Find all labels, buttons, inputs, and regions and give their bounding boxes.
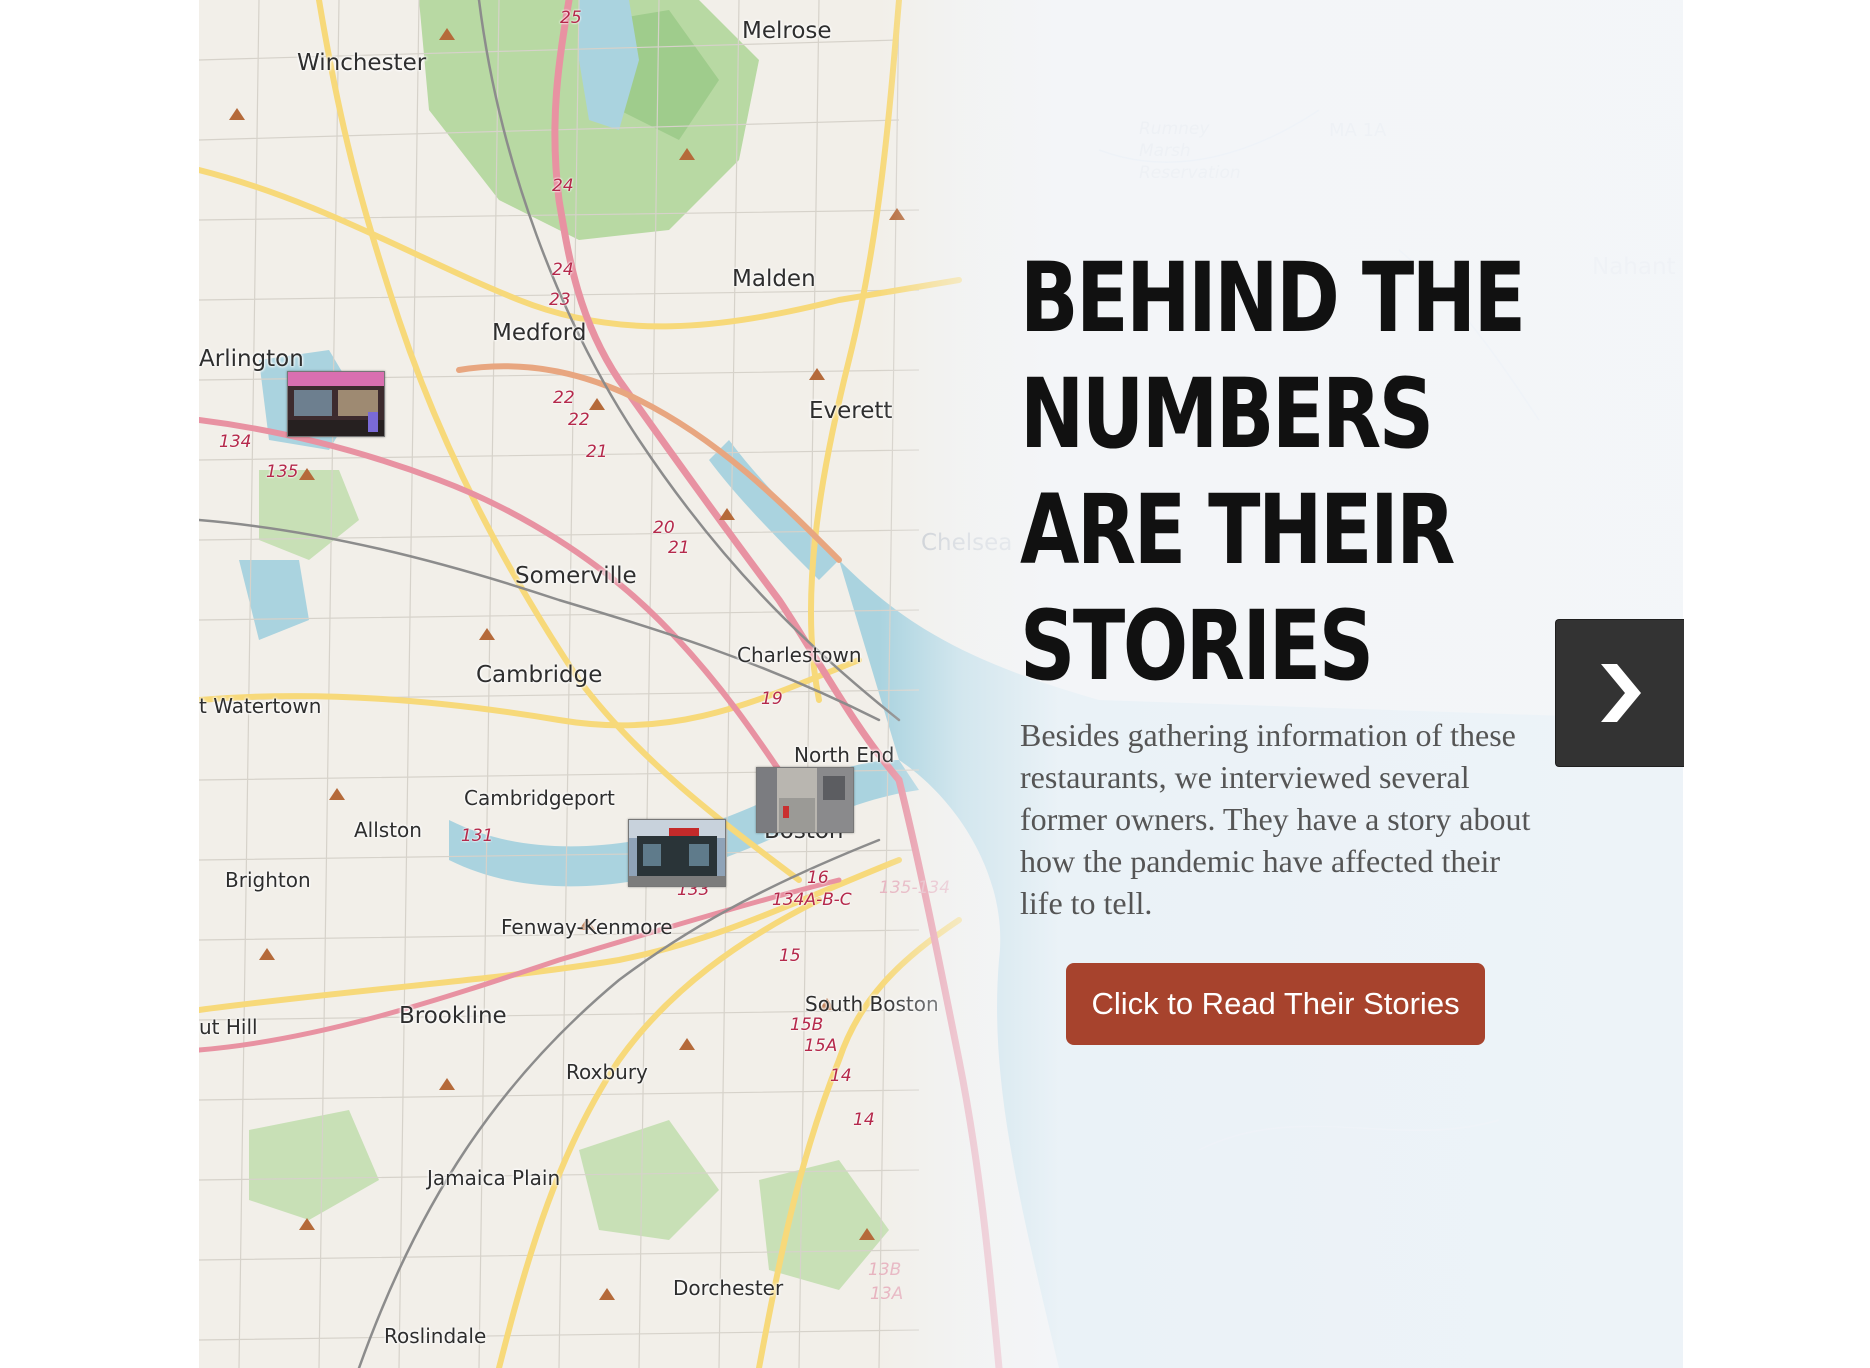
- map-label-winchester: Winchester: [297, 50, 427, 76]
- map-label-brookline: Brookline: [399, 1003, 507, 1029]
- map-label-south-boston: South Boston: [805, 992, 939, 1016]
- map-label-north-end: North End: [794, 743, 895, 767]
- route-number: 135-134: [879, 878, 951, 898]
- route-number: 13A: [870, 1284, 904, 1304]
- map-label-brighton: Brighton: [225, 868, 311, 892]
- map-label-malden: Malden: [732, 266, 816, 292]
- chevron-right-icon: [1601, 664, 1641, 722]
- map-label-fenway-kenmore: Fenway-Kenmore: [501, 915, 673, 939]
- restaurant-photo-marker[interactable]: [756, 767, 854, 833]
- map-label-arlington: Arlington: [199, 346, 304, 372]
- route-number: 21: [668, 538, 690, 558]
- map-label-medford: Medford: [492, 320, 587, 346]
- map-label-cambridge: Cambridge: [476, 662, 603, 688]
- route-number: 15: [779, 946, 801, 966]
- next-slide-button[interactable]: [1555, 619, 1684, 767]
- route-number: 23: [549, 290, 571, 310]
- map-label-roxbury: Roxbury: [566, 1060, 648, 1084]
- restaurant-photo-marker[interactable]: [287, 371, 385, 437]
- route-number: 19: [761, 689, 783, 709]
- route-number: 21: [586, 442, 608, 462]
- read-stories-button[interactable]: Click to Read Their Stories: [1066, 963, 1485, 1045]
- map-label-allston: Allston: [354, 818, 422, 842]
- intro-paragraph: Besides gathering information of these r…: [1020, 717, 1531, 921]
- map-label-cambridgeport: Cambridgeport: [464, 786, 615, 810]
- route-number: 134A-B-C: [772, 890, 852, 910]
- map-label-ma-1a: MA 1A: [1329, 120, 1387, 141]
- map-label-everett: Everett: [809, 398, 893, 424]
- map-label-somerville: Somerville: [515, 563, 637, 589]
- route-number: 15A: [804, 1036, 838, 1056]
- headline: BEHIND THE NUMBERS ARE THEIR STORIES: [1020, 242, 1526, 702]
- route-number: 15B: [790, 1015, 824, 1035]
- route-number: 22: [568, 410, 590, 430]
- route-number: 135: [266, 462, 299, 482]
- route-number: 131: [461, 826, 494, 846]
- map-label-dorchester: Dorchester: [673, 1276, 784, 1300]
- map-label-charlestown: Charlestown: [737, 643, 862, 667]
- route-number: 134: [219, 432, 252, 452]
- route-number: 25: [560, 8, 582, 28]
- route-number: 14: [830, 1066, 852, 1086]
- route-number: 24: [552, 260, 574, 280]
- restaurant-photo-marker[interactable]: [628, 819, 726, 887]
- route-number: 20: [653, 518, 675, 538]
- route-number: 16: [807, 868, 829, 888]
- map-label-roslindale: Roslindale: [384, 1324, 487, 1348]
- map-label-chestnut-hill: ut Hill: [199, 1015, 258, 1039]
- intro-panel: BEHIND THE NUMBERS ARE THEIR STORIES Bes…: [1020, 240, 1560, 921]
- route-number: 13B: [868, 1260, 902, 1280]
- map-label-watertown: t Watertown: [199, 694, 322, 718]
- route-number: 22: [553, 388, 575, 408]
- route-number: 14: [853, 1110, 875, 1130]
- map-label-melrose: Melrose: [742, 18, 832, 44]
- map-label-jamaica-plain: Jamaica Plain: [427, 1166, 561, 1190]
- map-label-rumney-marsh: Rumney Marsh Reservation: [1139, 119, 1241, 183]
- map-label-chelsea: Chelsea: [921, 530, 1013, 556]
- map-label-nahant: Nahant: [1592, 254, 1676, 280]
- route-number: 24: [552, 176, 574, 196]
